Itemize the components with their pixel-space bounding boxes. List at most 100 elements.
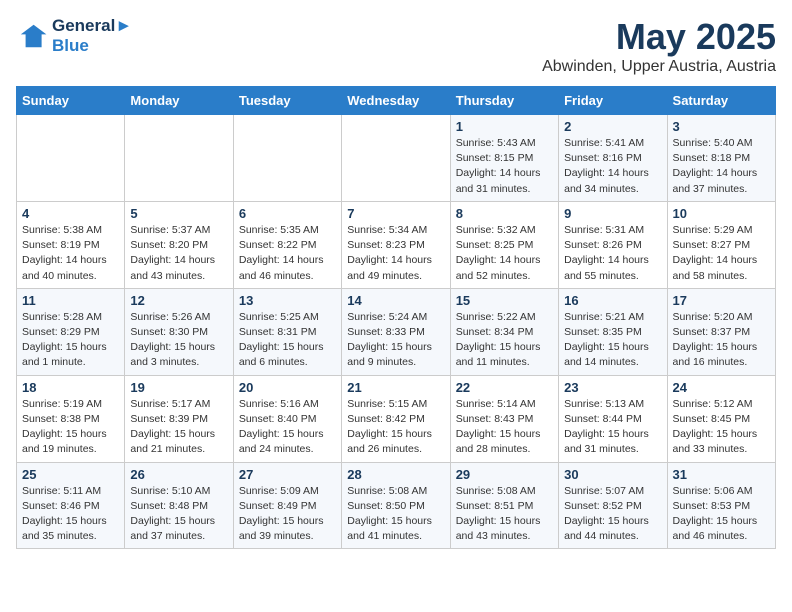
calendar-cell bbox=[233, 115, 341, 202]
day-number: 11 bbox=[22, 293, 119, 308]
calendar-subtitle: Abwinden, Upper Austria, Austria bbox=[542, 58, 776, 76]
calendar-cell: 13 Sunrise: 5:25 AM Sunset: 8:31 PM Dayli… bbox=[233, 288, 341, 375]
calendar-cell: 12 Sunrise: 5:26 AM Sunset: 8:30 PM Dayli… bbox=[125, 288, 233, 375]
day-number: 29 bbox=[456, 467, 553, 482]
calendar-cell: 10Sunrise: 5:29 AM Sunset: 8:27 PM Dayli… bbox=[667, 201, 775, 288]
day-number: 31 bbox=[673, 467, 770, 482]
calendar-cell: 15 Sunrise: 5:22 AM Sunset: 8:34 PM Dayli… bbox=[450, 288, 558, 375]
day-info: Sunrise: 5:17 AM Sunset: 8:39 PM Dayligh… bbox=[130, 397, 227, 458]
day-info: Sunrise: 5:11 AM Sunset: 8:46 PM Dayligh… bbox=[22, 484, 119, 545]
weekday-header: Tuesday bbox=[233, 87, 341, 115]
calendar-cell: 14Sunrise: 5:24 AM Sunset: 8:33 PM Dayli… bbox=[342, 288, 450, 375]
calendar-cell: 5 Sunrise: 5:37 AM Sunset: 8:20 PM Daylig… bbox=[125, 201, 233, 288]
calendar-cell: 1 Sunrise: 5:43 AM Sunset: 8:15 PM Daylig… bbox=[450, 115, 558, 202]
day-info: Sunrise: 5:37 AM Sunset: 8:20 PM Dayligh… bbox=[130, 223, 227, 284]
day-number: 15 bbox=[456, 293, 553, 308]
calendar-week-row: 1 Sunrise: 5:43 AM Sunset: 8:15 PM Daylig… bbox=[17, 115, 776, 202]
calendar-cell: 24 Sunrise: 5:12 AM Sunset: 8:45 PM Dayli… bbox=[667, 375, 775, 462]
day-number: 12 bbox=[130, 293, 227, 308]
calendar-cell: 17 Sunrise: 5:20 AM Sunset: 8:37 PM Dayli… bbox=[667, 288, 775, 375]
calendar-cell: 19 Sunrise: 5:17 AM Sunset: 8:39 PM Dayli… bbox=[125, 375, 233, 462]
calendar-cell: 23Sunrise: 5:13 AM Sunset: 8:44 PM Dayli… bbox=[559, 375, 667, 462]
weekday-header: Sunday bbox=[17, 87, 125, 115]
calendar-table: SundayMondayTuesdayWednesdayThursdayFrid… bbox=[16, 86, 776, 549]
weekday-header: Wednesday bbox=[342, 87, 450, 115]
calendar-week-row: 18 Sunrise: 5:19 AM Sunset: 8:38 PM Dayli… bbox=[17, 375, 776, 462]
day-number: 2 bbox=[564, 119, 661, 134]
day-info: Sunrise: 5:10 AM Sunset: 8:48 PM Dayligh… bbox=[130, 484, 227, 545]
day-info: Sunrise: 5:22 AM Sunset: 8:34 PM Dayligh… bbox=[456, 310, 553, 371]
calendar-cell: 20Sunrise: 5:16 AM Sunset: 8:40 PM Dayli… bbox=[233, 375, 341, 462]
calendar-cell: 3 Sunrise: 5:40 AM Sunset: 8:18 PM Daylig… bbox=[667, 115, 775, 202]
calendar-week-row: 25 Sunrise: 5:11 AM Sunset: 8:46 PM Dayli… bbox=[17, 462, 776, 549]
page-header: General► Blue May 2025 Abwinden, Upper A… bbox=[16, 16, 776, 76]
weekday-header: Saturday bbox=[667, 87, 775, 115]
day-number: 9 bbox=[564, 206, 661, 221]
calendar-cell: 25 Sunrise: 5:11 AM Sunset: 8:46 PM Dayli… bbox=[17, 462, 125, 549]
calendar-cell: 21Sunrise: 5:15 AM Sunset: 8:42 PM Dayli… bbox=[342, 375, 450, 462]
calendar-cell: 7Sunrise: 5:34 AM Sunset: 8:23 PM Daylig… bbox=[342, 201, 450, 288]
day-info: Sunrise: 5:38 AM Sunset: 8:19 PM Dayligh… bbox=[22, 223, 119, 284]
day-number: 7 bbox=[347, 206, 444, 221]
day-info: Sunrise: 5:07 AM Sunset: 8:52 PM Dayligh… bbox=[564, 484, 661, 545]
title-section: May 2025 Abwinden, Upper Austria, Austri… bbox=[542, 16, 776, 76]
day-number: 6 bbox=[239, 206, 336, 221]
day-info: Sunrise: 5:21 AM Sunset: 8:35 PM Dayligh… bbox=[564, 310, 661, 371]
day-info: Sunrise: 5:40 AM Sunset: 8:18 PM Dayligh… bbox=[673, 136, 770, 197]
day-number: 21 bbox=[347, 380, 444, 395]
day-info: Sunrise: 5:43 AM Sunset: 8:15 PM Dayligh… bbox=[456, 136, 553, 197]
calendar-cell: 27Sunrise: 5:09 AM Sunset: 8:49 PM Dayli… bbox=[233, 462, 341, 549]
day-info: Sunrise: 5:31 AM Sunset: 8:26 PM Dayligh… bbox=[564, 223, 661, 284]
calendar-cell: 8Sunrise: 5:32 AM Sunset: 8:25 PM Daylig… bbox=[450, 201, 558, 288]
calendar-cell: 30 Sunrise: 5:07 AM Sunset: 8:52 PM Dayli… bbox=[559, 462, 667, 549]
calendar-cell: 11 Sunrise: 5:28 AM Sunset: 8:29 PM Dayli… bbox=[17, 288, 125, 375]
day-info: Sunrise: 5:26 AM Sunset: 8:30 PM Dayligh… bbox=[130, 310, 227, 371]
day-number: 8 bbox=[456, 206, 553, 221]
day-info: Sunrise: 5:09 AM Sunset: 8:49 PM Dayligh… bbox=[239, 484, 336, 545]
calendar-cell: 28 Sunrise: 5:08 AM Sunset: 8:50 PM Dayli… bbox=[342, 462, 450, 549]
calendar-cell: 9 Sunrise: 5:31 AM Sunset: 8:26 PM Daylig… bbox=[559, 201, 667, 288]
day-info: Sunrise: 5:08 AM Sunset: 8:50 PM Dayligh… bbox=[347, 484, 444, 545]
logo: General► Blue bbox=[16, 16, 132, 55]
day-info: Sunrise: 5:06 AM Sunset: 8:53 PM Dayligh… bbox=[673, 484, 770, 545]
calendar-header-row: SundayMondayTuesdayWednesdayThursdayFrid… bbox=[17, 87, 776, 115]
day-number: 20 bbox=[239, 380, 336, 395]
calendar-cell: 4 Sunrise: 5:38 AM Sunset: 8:19 PM Daylig… bbox=[17, 201, 125, 288]
day-number: 5 bbox=[130, 206, 227, 221]
day-info: Sunrise: 5:13 AM Sunset: 8:44 PM Dayligh… bbox=[564, 397, 661, 458]
calendar-cell: 26Sunrise: 5:10 AM Sunset: 8:48 PM Dayli… bbox=[125, 462, 233, 549]
weekday-header: Friday bbox=[559, 87, 667, 115]
calendar-cell: 18 Sunrise: 5:19 AM Sunset: 8:38 PM Dayli… bbox=[17, 375, 125, 462]
day-info: Sunrise: 5:08 AM Sunset: 8:51 PM Dayligh… bbox=[456, 484, 553, 545]
calendar-cell bbox=[17, 115, 125, 202]
day-number: 16 bbox=[564, 293, 661, 308]
day-info: Sunrise: 5:12 AM Sunset: 8:45 PM Dayligh… bbox=[673, 397, 770, 458]
day-number: 19 bbox=[130, 380, 227, 395]
day-number: 3 bbox=[673, 119, 770, 134]
weekday-header: Thursday bbox=[450, 87, 558, 115]
day-info: Sunrise: 5:35 AM Sunset: 8:22 PM Dayligh… bbox=[239, 223, 336, 284]
day-number: 17 bbox=[673, 293, 770, 308]
day-number: 13 bbox=[239, 293, 336, 308]
calendar-week-row: 4 Sunrise: 5:38 AM Sunset: 8:19 PM Daylig… bbox=[17, 201, 776, 288]
day-number: 28 bbox=[347, 467, 444, 482]
day-number: 18 bbox=[22, 380, 119, 395]
day-number: 24 bbox=[673, 380, 770, 395]
day-info: Sunrise: 5:14 AM Sunset: 8:43 PM Dayligh… bbox=[456, 397, 553, 458]
day-info: Sunrise: 5:19 AM Sunset: 8:38 PM Dayligh… bbox=[22, 397, 119, 458]
calendar-cell: 2Sunrise: 5:41 AM Sunset: 8:16 PM Daylig… bbox=[559, 115, 667, 202]
calendar-week-row: 11 Sunrise: 5:28 AM Sunset: 8:29 PM Dayli… bbox=[17, 288, 776, 375]
day-number: 25 bbox=[22, 467, 119, 482]
day-number: 1 bbox=[456, 119, 553, 134]
day-info: Sunrise: 5:20 AM Sunset: 8:37 PM Dayligh… bbox=[673, 310, 770, 371]
day-number: 30 bbox=[564, 467, 661, 482]
day-info: Sunrise: 5:25 AM Sunset: 8:31 PM Dayligh… bbox=[239, 310, 336, 371]
calendar-cell: 29 Sunrise: 5:08 AM Sunset: 8:51 PM Dayli… bbox=[450, 462, 558, 549]
calendar-cell: 31 Sunrise: 5:06 AM Sunset: 8:53 PM Dayli… bbox=[667, 462, 775, 549]
calendar-cell bbox=[125, 115, 233, 202]
day-number: 22 bbox=[456, 380, 553, 395]
calendar-cell: 22 Sunrise: 5:14 AM Sunset: 8:43 PM Dayli… bbox=[450, 375, 558, 462]
weekday-header: Monday bbox=[125, 87, 233, 115]
day-number: 4 bbox=[22, 206, 119, 221]
day-info: Sunrise: 5:28 AM Sunset: 8:29 PM Dayligh… bbox=[22, 310, 119, 371]
